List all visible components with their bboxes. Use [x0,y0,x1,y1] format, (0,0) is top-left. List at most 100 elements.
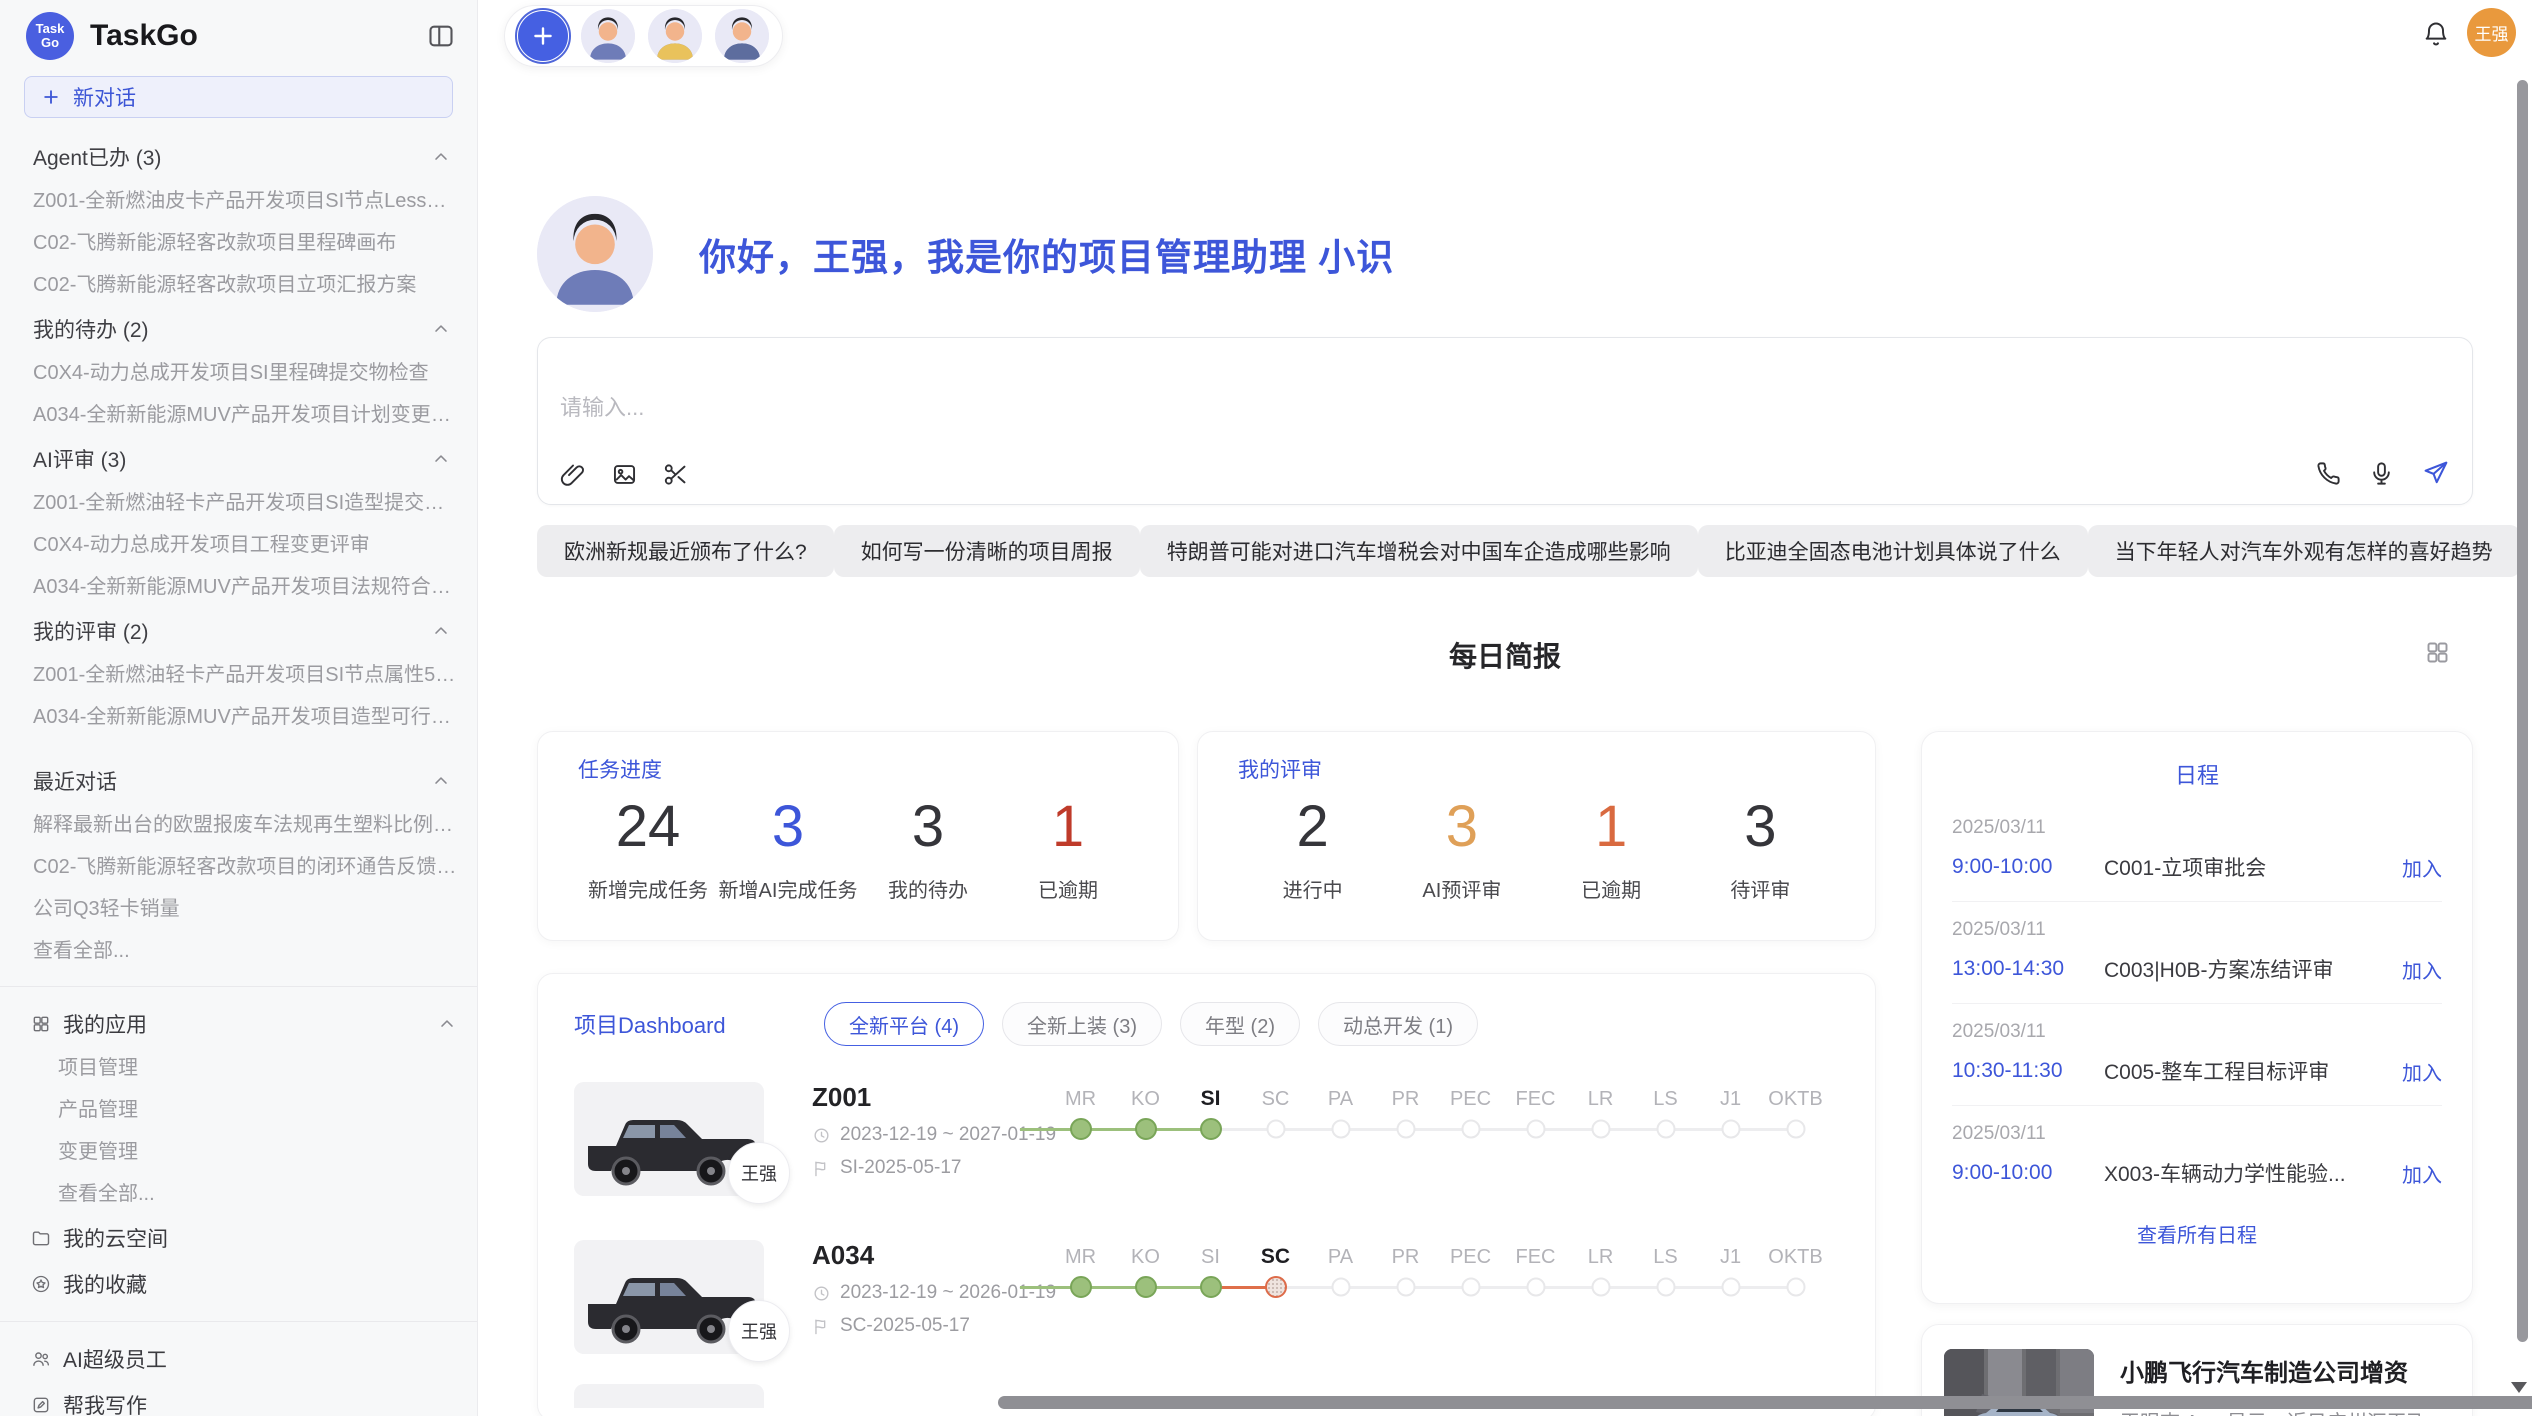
event-name: C003|H0B-方案冻结评审 [2104,954,2390,984]
suggestion-chip[interactable]: 当下年轻人对汽车外观有怎样的喜好趋势 [2088,525,2520,577]
phone-call-icon[interactable] [2315,460,2342,487]
image-upload-icon[interactable] [611,461,638,488]
view-all-schedule-link[interactable]: 查看所有日程 [1952,1219,2442,1248]
people-icon [31,1349,51,1369]
join-link[interactable]: 加入 [2402,1057,2442,1086]
milestone-fec: FEC [1503,1242,1568,1304]
sidebar-item[interactable]: 公司Q3轻卡销量 [0,888,477,930]
milestone-track: MRKOSISCPAPRPECFECLRLSJ1OKTB [1048,1084,1828,1146]
scroll-down-arrow-icon[interactable] [2511,1382,2527,1393]
sidebar-item[interactable]: C02-飞腾新能源轻客改款项目里程碑画布 [0,222,477,264]
stat-my-todo: 3 我的待办 [858,788,998,903]
screenshot-scissors-icon[interactable] [662,461,689,488]
chevron-up-icon[interactable] [431,621,451,641]
suggestion-chip[interactable]: 如何写一份清晰的项目周报 [834,525,1140,577]
sidebar-item[interactable]: Z001-全新燃油轻卡产品开发项目SI造型提交物评审 [0,482,477,524]
stat-label: 已逾期 [998,874,1138,903]
vertical-scrollbar-thumb[interactable] [2517,80,2528,1342]
section-header-my-todo[interactable]: 我的待办 (2) [0,306,477,352]
join-link[interactable]: 加入 [2402,1159,2442,1188]
milestone-ko: KO [1113,1242,1178,1304]
project-flag-milestone: SC-2025-05-17 [840,1315,970,1337]
project-row-a034[interactable]: 王强 A034 2023-12-19 ~ 2026-01-19 [574,1240,1839,1368]
milestone-sc: SC [1243,1084,1308,1146]
project-code: A034 [812,1240,1048,1271]
sidebar-item[interactable]: A034-全新新能源MUV产品开发项目计划变更表编写 [0,394,477,436]
chat-input[interactable] [560,390,2060,434]
input-tools-left [560,461,689,488]
sidebar-item-ai-super-staff[interactable]: AI超级员工 [0,1336,477,1382]
sidebar-item[interactable]: Z001-全新燃油轻卡产品开发项目SI节点属性5D文件评审 [0,654,477,696]
stat-value: 24 [578,788,718,866]
milestone-ls: LS [1633,1242,1698,1304]
user-avatar[interactable]: 王强 [2467,8,2516,57]
ai-super-staff-label: AI超级员工 [63,1344,167,1374]
daily-briefing-header: 每日简报 [537,635,2473,677]
section-header-my-review[interactable]: 我的评审 (2) [0,608,477,654]
sidebar-item-view-all[interactable]: 查看全部... [0,930,477,972]
chevron-up-icon[interactable] [431,147,451,167]
chevron-up-icon[interactable] [431,449,451,469]
sidebar-subitem-project-mgmt[interactable]: 项目管理 [0,1047,477,1089]
join-link[interactable]: 加入 [2402,955,2442,984]
sidebar-subitem-change-mgmt[interactable]: 变更管理 [0,1131,477,1173]
sidebar-item[interactable]: A034-全新新能源MUV产品开发项目法规符合性评审 [0,566,477,608]
sidebar-item-my-favorites[interactable]: 我的收藏 [0,1261,477,1307]
stat-value: 3 [718,788,858,866]
my-apps-label: 我的应用 [63,1009,147,1039]
sidebar-item-my-cloud[interactable]: 我的云空间 [0,1215,477,1261]
section-header-recent-chats[interactable]: 最近对话 [0,758,477,804]
milestone-ko: KO [1113,1084,1178,1146]
suggestion-chip[interactable]: 欧洲新规最近颁布了什么? [537,525,834,577]
attachment-icon[interactable] [560,461,587,488]
sidebar-item-my-apps[interactable]: 我的应用 [0,1001,477,1047]
stat-new-done: 24 新增完成任务 [578,788,718,903]
stat-value: 3 [858,788,998,866]
sidebar-subitem-view-all[interactable]: 查看全部... [0,1173,477,1215]
section-header-agent-done[interactable]: Agent已办 (3) [0,134,477,180]
my-cloud-label: 我的云空间 [63,1223,168,1253]
sidebar-subitem-product-mgmt[interactable]: 产品管理 [0,1089,477,1131]
suggestion-chip[interactable]: 特朗普可能对进口汽车增税会对中国车企造成哪些影响 [1140,525,1698,577]
sidebar-item[interactable]: C02-飞腾新能源轻客改款项目的闭环通告反馈情况 [0,846,477,888]
sidebar-item[interactable]: Z001-全新燃油皮卡产品开发项目SI节点Lesson Learn报告 [0,180,477,222]
milestone-pec: PEC [1438,1242,1503,1304]
chevron-up-icon[interactable] [431,319,451,339]
sidebar-item[interactable]: A034-全新新能源MUV产品开发项目造型可行性评审 [0,696,477,738]
milestone-j1: J1 [1698,1242,1763,1304]
section-title: Agent已办 (3) [33,142,161,172]
project-row-z001[interactable]: 王强 Z001 2023-12-19 ~ 2027-01-19 [574,1082,1839,1210]
milestone-mr: MR [1048,1242,1113,1304]
microphone-icon[interactable] [2368,460,2395,487]
section-header-ai-review[interactable]: AI评审 (3) [0,436,477,482]
horizontal-scrollbar-thumb[interactable] [998,1396,2532,1409]
join-link[interactable]: 加入 [2402,853,2442,882]
stat-pending-review: 3 待评审 [1686,788,1835,903]
app-logo: Task Go [26,12,74,60]
stat-review-overdue: 1 已逾期 [1537,788,1686,903]
milestone-pr: PR [1373,1242,1438,1304]
chevron-up-icon[interactable] [437,1014,457,1034]
sidebar-item[interactable]: C0X4-动力总成开发项目SI里程碑提交物检查 [0,352,477,394]
milestone-si: SI [1178,1242,1243,1304]
tab-new-body[interactable]: 全新上装 (3) [1002,1002,1162,1046]
sidebar-item[interactable]: C02-飞腾新能源轻客改款项目立项汇报方案 [0,264,477,306]
tab-new-platform[interactable]: 全新平台 (4) [824,1002,984,1046]
owner-badge: 王强 [728,1300,790,1362]
task-progress-card: 任务进度 24 新增完成任务 3 新增AI完成任务 [537,731,1179,941]
layout-grid-icon[interactable] [2424,639,2451,666]
section-title: 最近对话 [33,766,117,796]
new-chat-button[interactable]: 新对话 [24,76,453,118]
chevron-up-icon[interactable] [431,771,451,791]
tab-powertrain[interactable]: 动总开发 (1) [1318,1002,1478,1046]
tab-year-model[interactable]: 年型 (2) [1180,1002,1300,1046]
sidebar-item[interactable]: C0X4-动力总成开发项目工程变更评审 [0,524,477,566]
stat-label: 进行中 [1238,874,1387,903]
sidebar-item-help-me-write[interactable]: 帮我写作 [0,1382,477,1416]
sidebar-item[interactable]: 解释最新出台的欧盟报废车法规再生塑料比例被调至15%... [0,804,477,846]
send-icon[interactable] [2421,459,2450,488]
collapse-sidebar-icon[interactable] [427,22,455,50]
milestone-fec: FEC [1503,1084,1568,1146]
suggestion-chip[interactable]: 比亚迪全固态电池计划具体说了什么 [1698,525,2088,577]
milestone-lr: LR [1568,1084,1633,1146]
